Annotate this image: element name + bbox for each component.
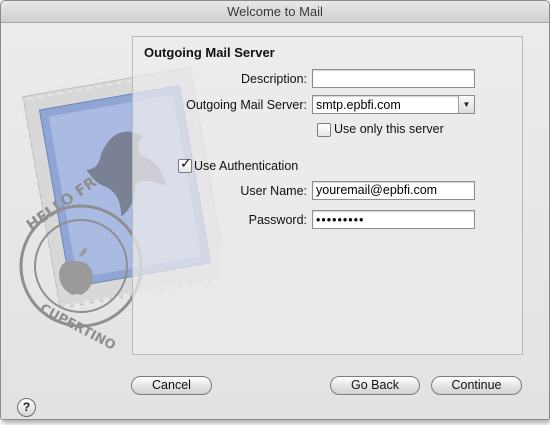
window-title: Welcome to Mail (1, 1, 549, 23)
use-authentication-checkbox[interactable]: ✓ (178, 155, 192, 173)
outgoing-server-label: Outgoing Mail Server: (186, 98, 307, 112)
username-label: User Name: (240, 184, 307, 198)
mail-setup-window: Welcome to Mail HELLO FR CUPERTINO Outgo… (0, 0, 550, 420)
cancel-button[interactable]: Cancel (131, 376, 212, 395)
panel-heading: Outgoing Mail Server (144, 45, 275, 60)
use-only-server-label: Use only this server (334, 122, 444, 136)
help-icon: ? (22, 400, 31, 414)
description-label: Description: (241, 72, 307, 86)
checkmark-icon: ✓ (180, 155, 192, 171)
chevron-down-icon[interactable]: ▼ (458, 96, 474, 113)
password-field[interactable]: ••••••••• (312, 210, 475, 229)
help-button[interactable]: ? (17, 398, 36, 417)
password-label: Password: (248, 213, 307, 227)
use-authentication-label: Use Authentication (194, 159, 299, 173)
outgoing-server-panel: Outgoing Mail Server Description: Outgoi… (132, 36, 523, 355)
outgoing-server-combobox[interactable]: smtp.epbfi.com ▼ (312, 95, 475, 114)
description-field[interactable] (312, 69, 475, 88)
continue-button[interactable]: Continue (431, 376, 522, 395)
window-content: HELLO FR CUPERTINO Outgoing Mail Server … (1, 23, 549, 419)
use-only-server-checkbox[interactable] (317, 123, 331, 137)
go-back-button[interactable]: Go Back (330, 376, 420, 395)
outgoing-server-value: smtp.epbfi.com (316, 98, 401, 112)
username-field[interactable] (312, 181, 475, 200)
